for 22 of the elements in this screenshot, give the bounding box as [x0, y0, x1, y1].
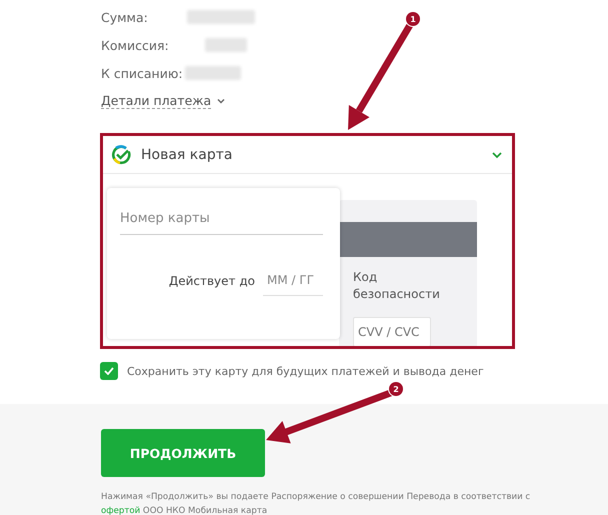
- details-link[interactable]: Детали платежа: [101, 93, 212, 109]
- expiry-field[interactable]: ММ / ГГ: [263, 265, 323, 296]
- step-badge: 2: [389, 382, 403, 396]
- card-title: Новая карта: [141, 146, 234, 162]
- save-card-checkbox[interactable]: [100, 362, 118, 380]
- save-card-label: Сохранить эту карту для будущих платежей и вывода денег: [127, 364, 484, 378]
- check-circle-logo-icon: [111, 144, 131, 164]
- chevron-icon: [217, 98, 226, 104]
- cvv-field[interactable]: CVV / CVC: [353, 317, 431, 346]
- cvv-label: Код безопасности: [352, 269, 441, 303]
- check-icon: [104, 367, 114, 375]
- blurred-value: [205, 38, 247, 52]
- summary-label: Комиссия:: [101, 38, 170, 52]
- card-number-field[interactable]: Номер карты: [120, 202, 323, 235]
- step-badge: 1: [406, 12, 420, 26]
- summary-label: К списанию:: [101, 66, 184, 80]
- blurred-value: [187, 10, 255, 24]
- summary-label: Сумма:: [101, 10, 149, 24]
- blurred-value: [185, 66, 241, 80]
- expiry-label: Действует до: [168, 274, 255, 288]
- chevron-icon[interactable]: [492, 150, 502, 158]
- disclaimer-text: Нажимая «Продолжить» вы подаете Распоряжение о совершении Перевода в соответствии с офертой ООО НКО Мобильная карта: [101, 491, 532, 515]
